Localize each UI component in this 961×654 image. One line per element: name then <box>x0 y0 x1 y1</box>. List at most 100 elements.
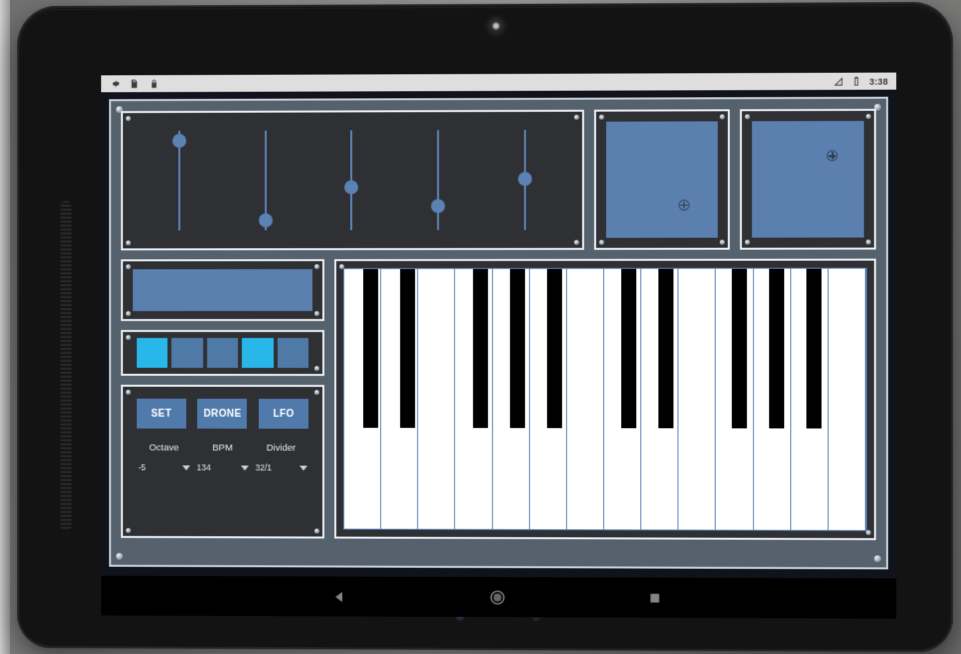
xy-cursor-icon[interactable] <box>678 199 690 211</box>
black-key[interactable] <box>731 268 747 428</box>
controls-panel: SET DRONE LFO Octave BPM Divider -5 134 … <box>120 384 325 539</box>
rivet-icon <box>599 114 605 120</box>
black-key[interactable] <box>362 269 378 428</box>
chevron-down-icon[interactable] <box>181 464 190 470</box>
black-key[interactable] <box>546 268 562 428</box>
sd-card-icon <box>132 79 138 89</box>
piano-keyboard[interactable] <box>343 267 867 532</box>
bpm-value: 134 <box>196 462 211 473</box>
white-key[interactable] <box>678 268 717 530</box>
home-button[interactable] <box>489 589 506 606</box>
white-key[interactable] <box>418 269 456 529</box>
rivet-icon <box>865 239 872 245</box>
slider-bank <box>120 109 585 251</box>
android-nav-bar <box>101 575 897 619</box>
pad-3[interactable] <box>206 337 239 368</box>
pad-bank <box>136 337 309 368</box>
pad-2[interactable] <box>171 337 203 368</box>
xy-pad-1[interactable] <box>606 121 718 238</box>
status-bar-clock: 3:38 <box>869 76 889 87</box>
octave-value: -5 <box>138 462 146 473</box>
bottom-row: SET DRONE LFO Octave BPM Divider -5 134 … <box>120 258 877 541</box>
chevron-down-icon[interactable] <box>240 465 249 471</box>
control-button-row: SET DRONE LFO <box>135 398 311 429</box>
rivet-icon <box>125 334 131 340</box>
top-row <box>120 108 877 251</box>
slider-2[interactable] <box>223 121 309 241</box>
app-chassis: SET DRONE LFO Octave BPM Divider -5 134 … <box>109 96 889 570</box>
black-key[interactable] <box>472 268 489 428</box>
xy-pad-1-frame <box>594 109 730 250</box>
slider-knob[interactable] <box>517 171 532 186</box>
bpm-select[interactable]: 134 <box>194 462 252 472</box>
drone-button[interactable]: DRONE <box>197 398 248 429</box>
gear-icon <box>113 81 120 87</box>
tablet-device: 3:38 SET DRONE LFO Octave BPM Divider -5… <box>17 1 953 653</box>
rivet-icon <box>719 114 725 120</box>
rivet-icon <box>744 114 750 120</box>
slider-1[interactable] <box>137 121 223 241</box>
slider-knob[interactable] <box>431 199 446 214</box>
chevron-down-icon[interactable] <box>299 465 307 471</box>
white-key[interactable] <box>566 268 605 530</box>
synth-app: SET DRONE LFO Octave BPM Divider -5 134 … <box>101 89 897 579</box>
selector-label-row: Octave BPM Divider <box>135 442 311 453</box>
rivet-icon <box>865 113 872 119</box>
bpm-label: BPM <box>212 442 233 454</box>
signal-icon <box>834 77 843 86</box>
black-key[interactable] <box>768 268 785 429</box>
slider-knob[interactable] <box>258 213 273 228</box>
screen: 3:38 SET DRONE LFO Octave BPM Divider -5… <box>101 72 897 579</box>
keyboard-frame <box>334 258 877 541</box>
pad-4[interactable] <box>242 337 274 368</box>
battery-icon <box>854 76 859 86</box>
slider-5[interactable] <box>481 120 568 240</box>
slider-4[interactable] <box>395 120 481 240</box>
left-column: SET DRONE LFO Octave BPM Divider -5 134 … <box>120 259 325 539</box>
rivet-icon <box>314 389 320 395</box>
divider-select[interactable]: 32/1 <box>252 463 310 473</box>
rivet-icon <box>719 239 725 245</box>
black-key[interactable] <box>806 268 822 429</box>
camera-icon <box>491 21 501 30</box>
black-key[interactable] <box>509 268 525 428</box>
rivet-icon <box>314 264 320 270</box>
pad-5[interactable] <box>277 337 309 368</box>
black-key[interactable] <box>399 269 415 428</box>
pad-1[interactable] <box>136 337 168 368</box>
black-key[interactable] <box>657 268 674 428</box>
rivet-icon <box>574 239 580 245</box>
display-screen[interactable] <box>132 269 313 312</box>
rivet-icon <box>314 528 320 534</box>
divider-label: Divider <box>266 442 296 454</box>
set-button[interactable]: SET <box>136 398 187 429</box>
slider-3[interactable] <box>309 120 395 240</box>
rivet-icon <box>125 116 131 122</box>
divider-value: 32/1 <box>255 462 272 473</box>
rivet-icon <box>115 552 123 560</box>
rivet-icon <box>125 264 131 270</box>
xy-cursor-icon[interactable] <box>826 150 839 162</box>
xy-pad-2[interactable] <box>751 120 864 238</box>
octave-select[interactable]: -5 <box>135 462 192 472</box>
display-frame <box>120 259 325 322</box>
pad-bank-frame <box>120 329 325 376</box>
back-button[interactable] <box>332 589 347 604</box>
rivet-icon <box>314 365 320 371</box>
xy-pad-2-frame <box>739 108 877 250</box>
rivet-icon <box>125 240 131 246</box>
status-bar-left <box>109 78 159 89</box>
rivet-icon <box>125 389 131 395</box>
black-key[interactable] <box>620 268 636 428</box>
slider-knob[interactable] <box>344 180 359 195</box>
rivet-icon <box>874 555 882 563</box>
slider-knob[interactable] <box>172 133 187 148</box>
recents-button[interactable] <box>648 591 661 604</box>
slider-track <box>437 130 440 231</box>
white-key[interactable] <box>828 268 866 531</box>
rivet-icon <box>599 239 605 245</box>
lfo-button[interactable]: LFO <box>258 398 309 429</box>
octave-label: Octave <box>149 442 179 454</box>
rivet-icon <box>744 239 750 245</box>
rivet-icon <box>125 527 131 533</box>
